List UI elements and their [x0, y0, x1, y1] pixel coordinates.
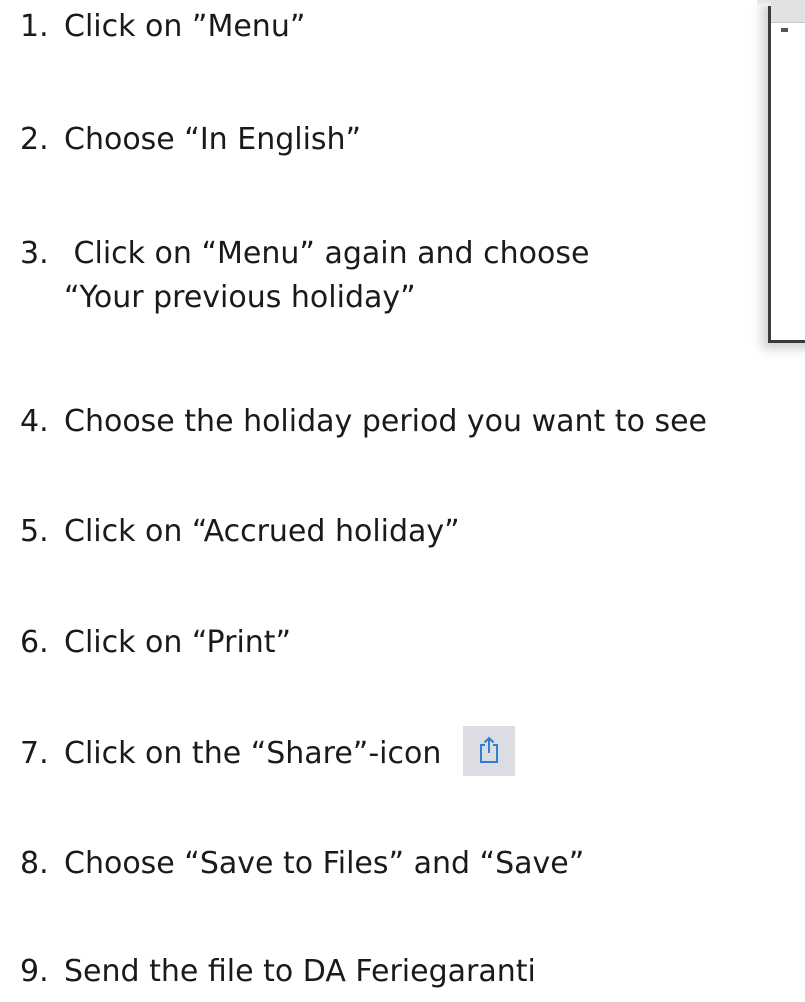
step-5: 5. Click on “Accrued holiday” — [20, 510, 460, 554]
panel-shadow — [757, 0, 771, 6]
step-text: Choose “In English” — [64, 122, 362, 157]
share-icon-box — [462, 725, 515, 776]
step-6: 6. Click on “Print” — [20, 621, 291, 665]
step-number: 1. — [20, 9, 49, 44]
step-text: Click on “Menu” again and choose — [64, 236, 590, 271]
step-number: 5. — [20, 514, 49, 549]
step-text: Choose “Save to Files” and “Save” — [64, 846, 585, 881]
step-number: 2. — [20, 122, 49, 157]
step-text: Click on ”Menu” — [64, 9, 306, 44]
step-number: 3. — [20, 236, 49, 271]
step-1: 1. Click on ”Menu” — [20, 5, 305, 49]
step-text: Click on “Print” — [64, 625, 292, 660]
step-3: 3. Click on “Menu” again and choose “You… — [20, 232, 589, 320]
step-9: 9. Send the file to DA Feriegaranti — [20, 950, 536, 994]
share-icon — [479, 736, 498, 763]
step-text: Choose the holiday period you want to se… — [64, 404, 708, 439]
step-4: 4. Choose the holiday period you want to … — [20, 400, 707, 444]
step-number: 8. — [20, 846, 49, 881]
step-number: 4. — [20, 404, 49, 439]
step-7: 7. Click on the “Share”-icon — [20, 725, 515, 776]
step-text: Send the file to DA Feriegaranti — [64, 954, 536, 989]
step-text: Click on “Accrued holiday” — [64, 514, 460, 549]
step-8: 8. Choose “Save to Files” and “Save” — [20, 842, 584, 886]
step-2: 2. Choose “In English” — [20, 118, 361, 162]
panel-tick-mark — [781, 28, 788, 32]
step-number: 7. — [20, 736, 49, 771]
panel-top-strip — [771, 0, 805, 23]
step-number: 9. — [20, 954, 49, 989]
partial-screenshot-panel — [757, 0, 805, 343]
step-text: Click on the “Share”-icon — [64, 736, 442, 771]
step-text-continued: “Your previous holiday” — [64, 280, 416, 315]
step-number: 6. — [20, 625, 49, 660]
